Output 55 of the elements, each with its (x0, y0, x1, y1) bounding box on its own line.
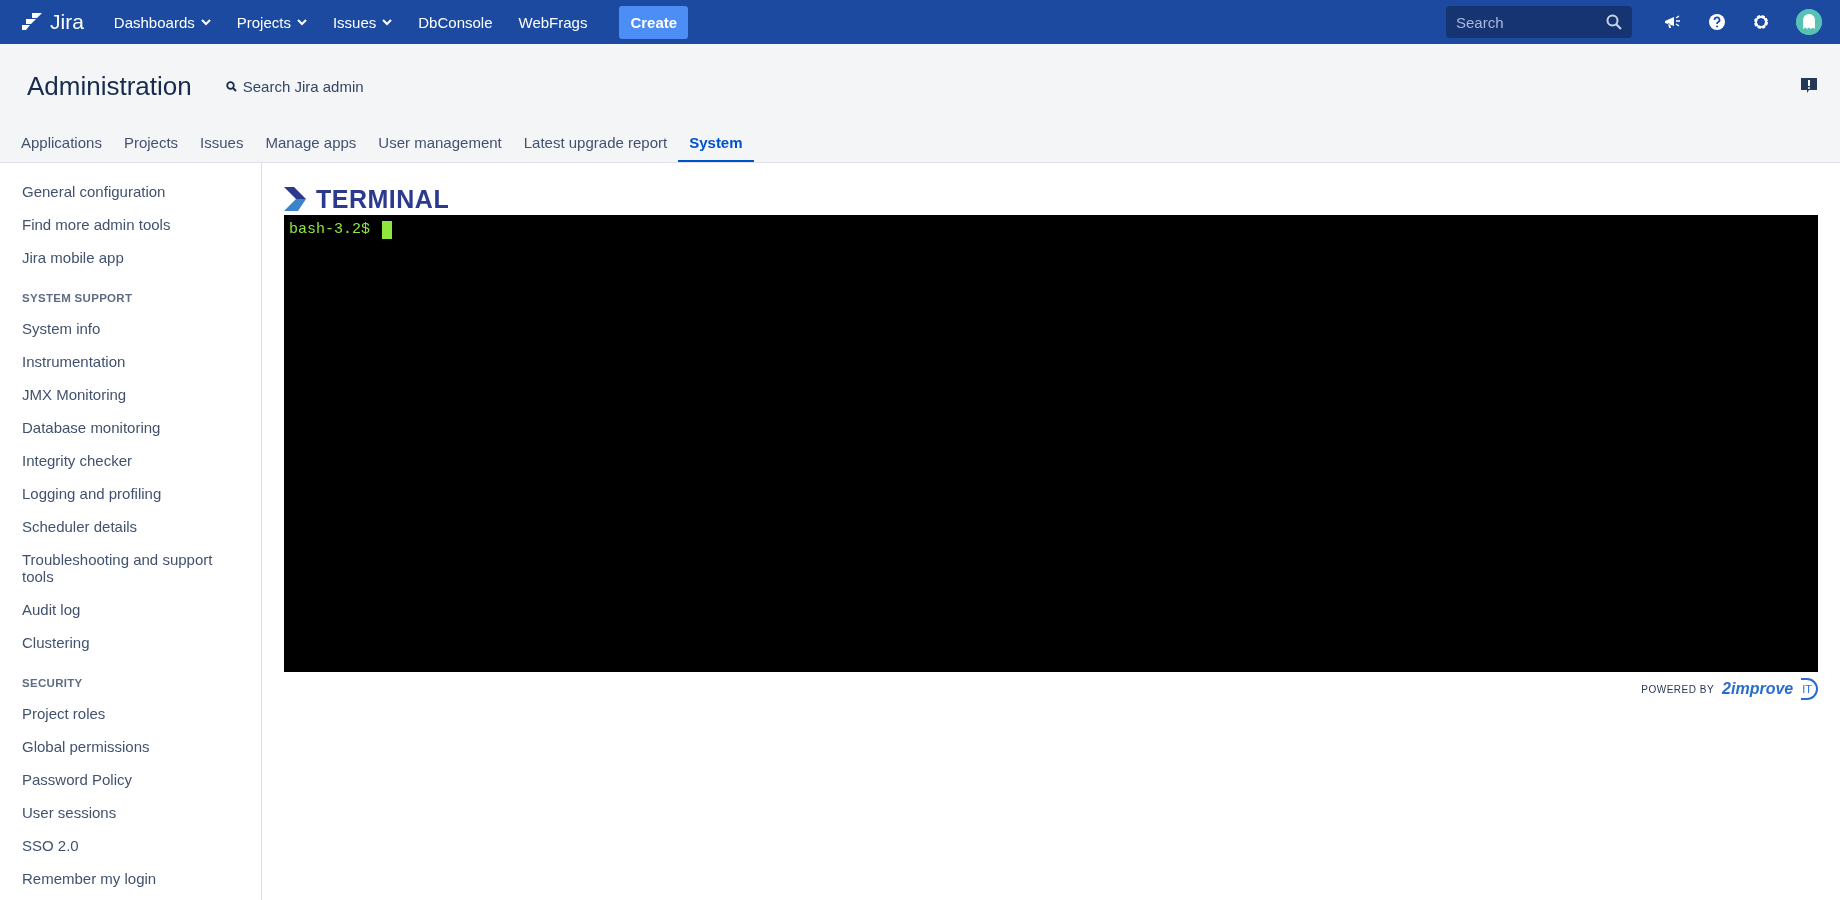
sidebar-link[interactable]: Project roles (22, 697, 242, 730)
sidebar-link[interactable]: Scheduler details (22, 510, 242, 543)
admin-tab[interactable]: Projects (112, 126, 190, 162)
admin-tab[interactable]: Applications (10, 126, 113, 162)
sidebar-link[interactable]: Jira mobile app (22, 241, 242, 274)
caret-icon (382, 18, 393, 26)
sidebar-link[interactable]: Password Policy (22, 763, 242, 796)
nav-menu-item[interactable]: Issues (322, 5, 403, 39)
nav-menu-item[interactable]: WebFrags (508, 5, 598, 39)
sidebar-link[interactable]: Troubleshooting and support tools (22, 543, 242, 593)
shell-prompt: bash-3.2$ (289, 221, 370, 238)
sidebar-link[interactable]: Clustering (22, 626, 242, 659)
admin-tab[interactable]: Issues (189, 126, 255, 162)
admin-tab[interactable]: Latest upgrade report (512, 126, 679, 162)
section-heading: SYSTEM SUPPORT (22, 292, 134, 304)
help-icon[interactable] (1708, 13, 1726, 31)
admin-tab[interactable]: System (678, 126, 754, 162)
sidebar-link[interactable]: Global permissions (22, 730, 242, 763)
sidebar-link[interactable]: Find more admin tools (22, 208, 242, 241)
sidebar-link[interactable]: General configuration (22, 175, 242, 208)
jira-logo-icon[interactable] (22, 12, 44, 32)
sidebar-link[interactable]: Integrity checker (22, 444, 242, 477)
sidebar-link[interactable]: User sessions (22, 796, 242, 829)
caret-icon (296, 18, 307, 26)
sidebar-link[interactable]: Audit log (22, 593, 242, 626)
vendor-logo-text: 2improve (1722, 680, 1794, 698)
nav-menu-item[interactable]: Dashboards (103, 5, 221, 39)
sidebar-link[interactable]: Remember my login (22, 862, 242, 895)
sidebar-link[interactable]: SSO 2.0 (22, 829, 242, 862)
text-cursor (382, 221, 392, 239)
sidebar-link[interactable]: System info (22, 312, 242, 345)
page-title: Administration (27, 70, 192, 102)
section-heading: SECURITY (22, 677, 84, 689)
powered-by-label: POWERED BY (1641, 683, 1715, 695)
terminal-window[interactable]: bash-3.2$ (284, 215, 1818, 672)
sidebar-link[interactable]: Logging and profiling (22, 477, 242, 510)
admin-search-link[interactable]: Search Jira admin (225, 77, 364, 95)
sidebar-link[interactable]: JMX Monitoring (22, 378, 242, 411)
vendor-logo-mark: IT (1801, 678, 1818, 700)
caret-icon (200, 18, 211, 26)
terminal-logo-text: TERMINAL (316, 184, 450, 214)
sidebar-link[interactable]: Database monitoring (22, 411, 242, 444)
avatar-icon[interactable] (1796, 9, 1822, 35)
admin-tab[interactable]: User management (367, 126, 513, 162)
settings-icon[interactable] (1752, 13, 1770, 31)
logo-text[interactable]: Jira (50, 10, 84, 34)
megaphone-icon[interactable] (1664, 14, 1682, 30)
feedback-icon[interactable] (1800, 77, 1818, 95)
nav-menu-item[interactable]: Projects (226, 5, 317, 39)
search-field[interactable]: Search (1446, 6, 1632, 38)
nav-menu-item[interactable]: DbConsole (408, 5, 503, 39)
search-icon (225, 80, 237, 92)
search-icon (1606, 14, 1622, 30)
admin-tab[interactable]: Manage apps (254, 126, 368, 162)
sidebar-link[interactable]: Instrumentation (22, 345, 242, 378)
